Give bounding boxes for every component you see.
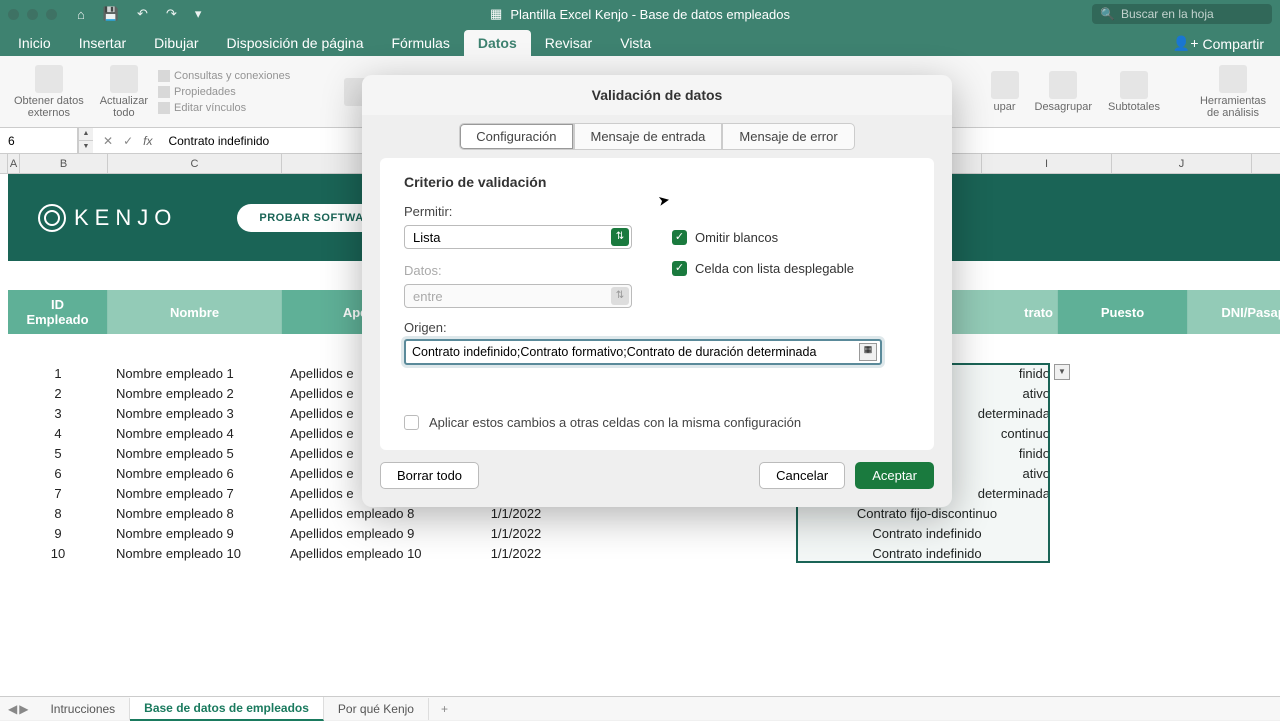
fx-icon[interactable]: fx bbox=[143, 134, 160, 148]
dialog-tab-configuracion[interactable]: Configuración bbox=[459, 123, 573, 150]
tab-datos[interactable]: Datos bbox=[464, 30, 531, 56]
dropdown-arrow-icon[interactable]: ▼ bbox=[1054, 364, 1070, 380]
sheet-tab-base-datos[interactable]: Base de datos de empleados bbox=[130, 697, 324, 721]
th-nombre[interactable]: Nombre bbox=[108, 290, 282, 334]
col-b[interactable]: B bbox=[20, 154, 108, 173]
tab-vista[interactable]: Vista bbox=[606, 30, 665, 56]
cancelar-button[interactable]: Cancelar bbox=[759, 462, 845, 489]
tab-dibujar[interactable]: Dibujar bbox=[140, 30, 212, 56]
ribbon-actualizar[interactable]: Actualizar todo bbox=[94, 65, 154, 119]
tab-formulas[interactable]: Fórmulas bbox=[378, 30, 464, 56]
confirm-formula-icon[interactable]: ✓ bbox=[123, 134, 133, 148]
col-c[interactable]: C bbox=[108, 154, 282, 173]
fingerprint-icon bbox=[38, 204, 66, 232]
ribbon-obtener-datos[interactable]: Obtener datos externos bbox=[8, 65, 90, 119]
th-puesto[interactable]: Puesto bbox=[1058, 290, 1188, 334]
sheet-tab-instrucciones[interactable]: Intrucciones bbox=[36, 698, 130, 720]
col-j[interactable]: J bbox=[1112, 154, 1252, 173]
undo-icon[interactable]: ↶ bbox=[137, 6, 148, 22]
save-icon[interactable]: 💾 bbox=[103, 6, 119, 22]
dialog-tab-mensaje-entrada[interactable]: Mensaje de entrada bbox=[574, 123, 723, 150]
spinner-up-icon[interactable]: ▲ bbox=[79, 128, 93, 141]
data-validation-dialog: Validación de datos Configuración Mensaj… bbox=[362, 75, 952, 507]
table-row[interactable]: 9Nombre empleado 9Apellidos empleado 91/… bbox=[8, 523, 1280, 543]
home-icon[interactable]: ⌂ bbox=[77, 7, 85, 22]
aceptar-button[interactable]: Aceptar bbox=[855, 462, 934, 489]
origen-input[interactable]: Contrato indefinido;Contrato formativo;C… bbox=[404, 339, 882, 365]
checkmark-icon: ✓ bbox=[672, 261, 687, 276]
window-controls bbox=[8, 9, 57, 20]
ribbon-propiedades[interactable]: Propiedades bbox=[158, 86, 290, 98]
ribbon-editar-vinculos[interactable]: Editar vínculos bbox=[158, 102, 290, 114]
search-input[interactable]: 🔍 Buscar en la hoja bbox=[1092, 4, 1272, 24]
chevron-updown-icon: ⇅ bbox=[611, 228, 629, 246]
search-icon: 🔍 bbox=[1100, 7, 1115, 21]
share-button[interactable]: 👤+ Compartir bbox=[1161, 31, 1276, 56]
sheet-tab-por-que-kenjo[interactable]: Por qué Kenjo bbox=[324, 698, 429, 720]
tab-insertar[interactable]: Insertar bbox=[65, 30, 140, 56]
ribbon-agrupar[interactable]: upar bbox=[985, 71, 1025, 113]
document-title: ▦ Plantilla Excel Kenjo - Base de datos … bbox=[490, 6, 790, 22]
share-icon: 👤+ bbox=[1173, 35, 1199, 52]
ribbon-herramientas[interactable]: Herramientas de análisis bbox=[1194, 65, 1272, 119]
omitir-blancos-checkbox[interactable]: ✓ Omitir blancos bbox=[672, 230, 854, 245]
section-criterio: Criterio de validación bbox=[404, 174, 910, 190]
ribbon-consultas[interactable]: Consultas y conexiones bbox=[158, 70, 290, 82]
external-data-icon bbox=[35, 65, 63, 93]
tab-revisar[interactable]: Revisar bbox=[531, 30, 606, 56]
kenjo-logo: KENJO bbox=[38, 204, 177, 232]
th-id-empleado[interactable]: ID Empleado bbox=[8, 290, 108, 334]
close-window-icon[interactable] bbox=[8, 9, 19, 20]
zoom-window-icon[interactable] bbox=[46, 9, 57, 20]
more-icon[interactable]: ▾ bbox=[195, 6, 202, 22]
col-a[interactable]: A bbox=[8, 154, 20, 173]
tab-inicio[interactable]: Inicio bbox=[4, 30, 65, 56]
permitir-label: Permitir: bbox=[404, 204, 632, 219]
sheet-nav-next-icon[interactable]: ▶ bbox=[19, 702, 28, 716]
add-sheet-button[interactable]: + bbox=[429, 698, 460, 720]
borrar-todo-button[interactable]: Borrar todo bbox=[380, 462, 479, 489]
sheet-nav-prev-icon[interactable]: ◀ bbox=[8, 702, 17, 716]
datos-label: Datos: bbox=[404, 263, 632, 278]
cursor-icon: ➤ bbox=[657, 191, 672, 210]
redo-icon[interactable]: ↷ bbox=[166, 6, 177, 22]
excel-icon: ▦ bbox=[490, 6, 502, 22]
minimize-window-icon[interactable] bbox=[27, 9, 38, 20]
refresh-icon bbox=[110, 65, 138, 93]
dialog-tab-mensaje-error[interactable]: Mensaje de error bbox=[722, 123, 854, 150]
aplicar-cambios-label: Aplicar estos cambios a otras celdas con… bbox=[429, 415, 801, 430]
gear-icon bbox=[1219, 65, 1247, 93]
col-i[interactable]: I bbox=[982, 154, 1112, 173]
th-contrato[interactable]: trato bbox=[938, 290, 1058, 334]
origen-label: Origen: bbox=[404, 320, 910, 335]
spinner-down-icon[interactable]: ▼ bbox=[79, 141, 93, 154]
table-row[interactable]: 10Nombre empleado 10Apellidos empleado 1… bbox=[8, 543, 1280, 563]
range-picker-icon[interactable]: ▦ bbox=[859, 343, 877, 361]
tab-disposicion[interactable]: Disposición de página bbox=[213, 30, 378, 56]
dialog-title: Validación de datos bbox=[362, 75, 952, 115]
cancel-formula-icon[interactable]: ✕ bbox=[103, 134, 113, 148]
th-apellidos[interactable]: Apel bbox=[282, 290, 372, 334]
ribbon-subtotales[interactable]: Subtotales bbox=[1102, 71, 1166, 113]
sheet-tabs: ◀ ▶ Intrucciones Base de datos de emplea… bbox=[0, 696, 1280, 720]
ribbon-desagrupar[interactable]: Desagrupar bbox=[1029, 71, 1098, 113]
title-bar: ⌂ 💾 ↶ ↷ ▾ ▦ Plantilla Excel Kenjo - Base… bbox=[0, 0, 1280, 28]
aplicar-cambios-checkbox[interactable] bbox=[404, 415, 419, 430]
permitir-select[interactable]: Lista ⇅ bbox=[404, 225, 632, 249]
chevron-updown-icon: ⇅ bbox=[611, 287, 629, 305]
datos-select: entre ⇅ bbox=[404, 284, 632, 308]
th-dni[interactable]: DNI/Pasapo bbox=[1188, 290, 1280, 334]
ribbon-tabs: Inicio Insertar Dibujar Disposición de p… bbox=[0, 28, 1280, 56]
celda-lista-checkbox[interactable]: ✓ Celda con lista desplegable bbox=[672, 261, 854, 276]
checkmark-icon: ✓ bbox=[672, 230, 687, 245]
name-box[interactable]: 6 bbox=[0, 128, 78, 153]
